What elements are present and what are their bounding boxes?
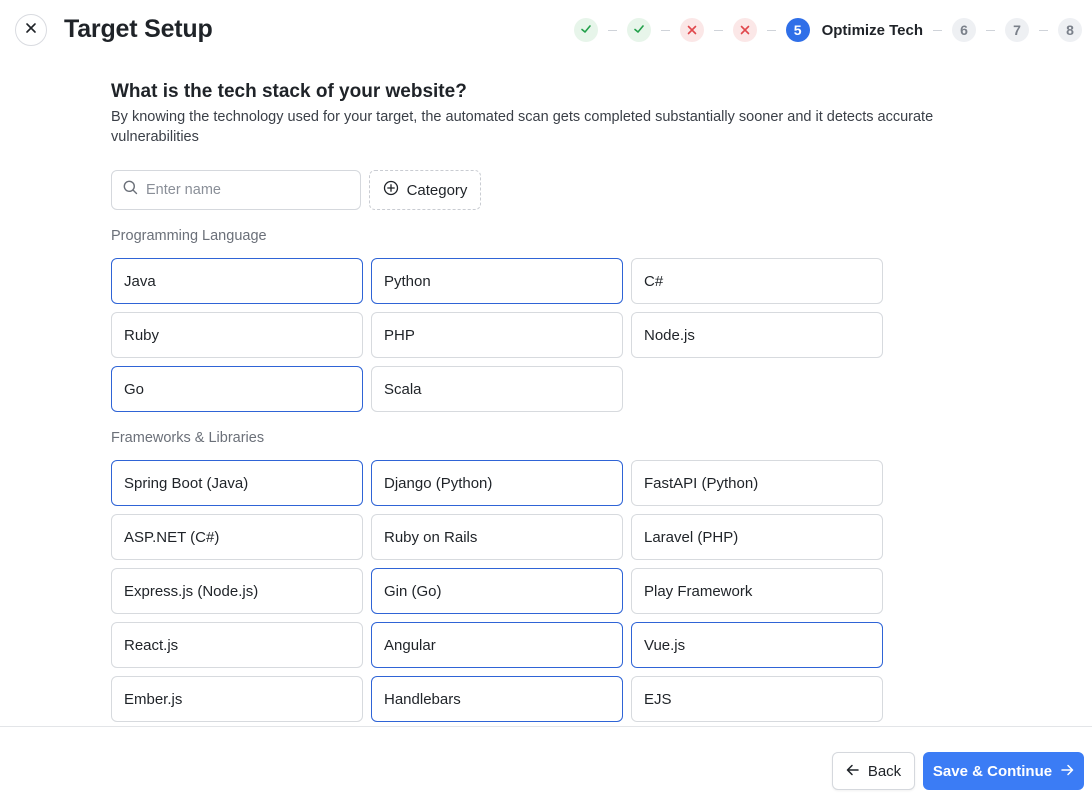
save-continue-label: Save & Continue <box>932 762 1053 780</box>
step-1-complete <box>573 18 598 42</box>
footer-bar: Back Save & Continue <box>0 726 1092 801</box>
save-continue-button[interactable]: Save & Continue <box>923 752 1084 790</box>
tech-option-label: Ruby <box>124 326 160 344</box>
step-5-current: 5 <box>785 18 810 42</box>
plus-circle-icon <box>383 180 399 200</box>
tech-option-ejs[interactable]: EJS <box>631 676 883 722</box>
tech-option-django-python[interactable]: Django (Python) <box>371 460 623 506</box>
tech-option-node-js[interactable]: Node.js <box>631 312 883 358</box>
back-button[interactable]: Back <box>832 752 915 790</box>
tech-option-spring-boot-java[interactable]: Spring Boot (Java) <box>111 460 363 506</box>
step-separator <box>713 29 723 31</box>
x-icon <box>687 22 697 38</box>
tech-option-asp-net-c[interactable]: ASP.NET (C#) <box>111 514 363 560</box>
arrow-right-icon <box>1061 763 1074 780</box>
tech-option-label: Scala <box>384 380 422 398</box>
tech-option-label: Play Framework <box>644 582 753 600</box>
tech-option-angular[interactable]: Angular <box>371 622 623 668</box>
search-icon <box>123 180 138 200</box>
arrow-left-icon <box>846 763 859 780</box>
search-field[interactable] <box>111 170 361 210</box>
tech-option-label: Handlebars <box>384 690 461 708</box>
category-label: Category <box>406 181 468 199</box>
step-6-pending: 6 <box>952 18 976 42</box>
step-3-failed <box>679 18 704 42</box>
tech-option-ruby[interactable]: Ruby <box>111 312 363 358</box>
tech-option-label: C# <box>644 272 664 290</box>
tech-option-ember-js[interactable]: Ember.js <box>111 676 363 722</box>
tech-option-label: Django (Python) <box>384 474 493 492</box>
tech-option-label: FastAPI (Python) <box>644 474 759 492</box>
tech-option-php[interactable]: PHP <box>371 312 623 358</box>
category-button[interactable]: Category <box>369 170 481 210</box>
tech-option-label: ASP.NET (C#) <box>124 528 220 546</box>
page-title: Target Setup <box>64 15 213 43</box>
tech-option-gin-go[interactable]: Gin (Go) <box>371 568 623 614</box>
check-icon <box>633 22 645 38</box>
tech-option-label: EJS <box>644 690 672 708</box>
tech-option-fastapi-python[interactable]: FastAPI (Python) <box>631 460 883 506</box>
step-7-pending: 7 <box>1005 18 1029 42</box>
progress-stepper: 5 Optimize Tech 6 7 8 <box>573 18 1082 42</box>
step-2-complete <box>626 18 651 42</box>
question-heading: What is the tech stack of your website? <box>111 81 467 102</box>
tech-option-laravel-php[interactable]: Laravel (PHP) <box>631 514 883 560</box>
step-separator <box>1039 29 1048 31</box>
section-heading-frameworks: Frameworks & Libraries <box>111 430 265 446</box>
tech-option-c[interactable]: C# <box>631 258 883 304</box>
close-button[interactable] <box>15 14 47 46</box>
tech-option-label: Express.js (Node.js) <box>124 582 259 600</box>
step-separator <box>766 29 776 31</box>
step-4-failed <box>732 18 757 42</box>
tech-option-label: Spring Boot (Java) <box>124 474 249 492</box>
tech-option-handlebars[interactable]: Handlebars <box>371 676 623 722</box>
step-separator <box>607 29 617 31</box>
tech-option-scala[interactable]: Scala <box>371 366 623 412</box>
tech-option-label: PHP <box>384 326 415 344</box>
tech-option-java[interactable]: Java <box>111 258 363 304</box>
tech-option-label: Java <box>124 272 156 290</box>
current-step-label: Optimize Tech <box>821 21 923 39</box>
tech-option-label: Node.js <box>644 326 695 344</box>
tech-option-label: Go <box>124 380 145 398</box>
tech-option-python[interactable]: Python <box>371 258 623 304</box>
tech-option-label: Ruby on Rails <box>384 528 478 546</box>
tech-option-label: Angular <box>384 636 436 654</box>
check-icon <box>580 22 592 38</box>
close-icon <box>25 21 37 39</box>
tech-option-label: Laravel (PHP) <box>644 528 739 546</box>
tech-option-label: Ember.js <box>124 690 183 708</box>
tech-option-label: Vue.js <box>644 636 686 654</box>
tech-option-play-framework[interactable]: Play Framework <box>631 568 883 614</box>
step-separator <box>933 29 942 31</box>
back-label: Back <box>867 762 902 780</box>
tech-option-label: Python <box>384 272 431 290</box>
step-8-pending: 8 <box>1058 18 1082 42</box>
tech-option-vue-js[interactable]: Vue.js <box>631 622 883 668</box>
tech-option-go[interactable]: Go <box>111 366 363 412</box>
tech-option-ruby-on-rails[interactable]: Ruby on Rails <box>371 514 623 560</box>
tech-option-express-js-node-js[interactable]: Express.js (Node.js) <box>111 568 363 614</box>
x-icon <box>740 22 750 38</box>
search-input[interactable] <box>146 182 346 198</box>
frameworks-grid: Spring Boot (Java) Django (Python) FastAPI… <box>111 460 883 722</box>
question-description: By knowing the technology used for your … <box>111 109 934 145</box>
step-separator <box>986 29 995 31</box>
section-heading-programming-language: Programming Language <box>111 228 267 244</box>
tech-option-label: Gin (Go) <box>384 582 442 600</box>
programming-language-grid: Java Python C# Ruby PHP Node.js Go Scala <box>111 258 883 412</box>
tech-option-react-js[interactable]: React.js <box>111 622 363 668</box>
step-separator <box>660 29 670 31</box>
tech-option-label: React.js <box>124 636 179 654</box>
